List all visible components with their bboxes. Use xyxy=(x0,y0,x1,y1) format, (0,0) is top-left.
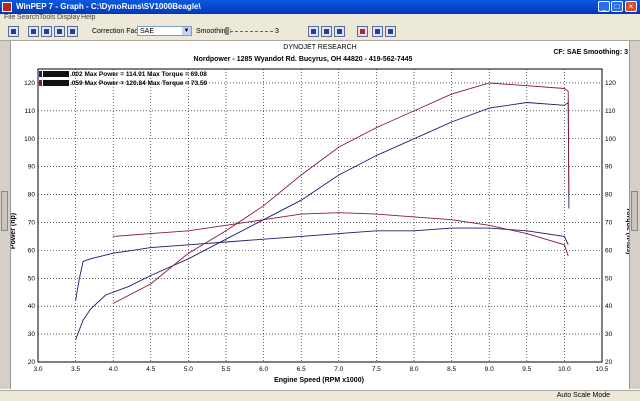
plot-frame xyxy=(37,68,603,363)
y-axis-label: Power (hp) xyxy=(10,213,17,249)
export-icon[interactable] xyxy=(372,26,383,37)
y-tick-label: 70 xyxy=(28,219,36,226)
left-scroll-thumb[interactable] xyxy=(1,191,8,231)
stop-icon[interactable] xyxy=(357,26,368,37)
y-tick-label: 40 xyxy=(28,303,36,310)
menu-search[interactable]: Search xyxy=(17,14,39,21)
y-tick-label: 80 xyxy=(28,192,36,199)
dyno-chart: DYNOJET RESEARCH Nordpower - 1285 Wyando… xyxy=(10,44,632,384)
x-tick-label: 5.0 xyxy=(184,366,193,373)
minimize-button[interactable]: _ xyxy=(598,1,610,12)
y2-tick-label: 20 xyxy=(605,359,613,366)
title-bar: WinPEP 7 - Graph - C:\DynoRuns\SV1000Bea… xyxy=(0,0,640,14)
correction-factor-value: SAE xyxy=(140,28,155,35)
legend-redaction xyxy=(43,71,69,77)
y-tick-label: 50 xyxy=(28,275,36,282)
x-tick-label: 5.5 xyxy=(221,366,230,373)
x-tick-label: 8.0 xyxy=(409,366,418,373)
x-tick-label: 8.5 xyxy=(447,366,456,373)
x-tick-label: 4.5 xyxy=(146,366,155,373)
y2-tick-label: 80 xyxy=(605,192,613,199)
x-tick-label: 9.5 xyxy=(522,366,531,373)
y-tick-label: 60 xyxy=(28,247,36,254)
smoothing-value: 3 xyxy=(275,28,279,35)
x-tick-label: 4.0 xyxy=(109,366,118,373)
slider-thumb[interactable] xyxy=(225,27,229,35)
window-title: WinPEP 7 - Graph - C:\DynoRuns\SV1000Bea… xyxy=(16,2,201,11)
correction-factor-select[interactable]: SAE ▼ xyxy=(137,26,192,36)
y-tick-label: 120 xyxy=(24,80,35,87)
x-tick-label: 3.5 xyxy=(71,366,80,373)
zoom-icon[interactable] xyxy=(308,26,319,37)
y2-tick-label: 120 xyxy=(605,80,616,87)
y-tick-label: 90 xyxy=(28,164,36,171)
settings-icon[interactable] xyxy=(334,26,345,37)
x-tick-label: 7.5 xyxy=(372,366,381,373)
legend-entry: .059 Max Power = 120.84 Max Torque = 73.… xyxy=(70,80,208,87)
grid-icon[interactable] xyxy=(54,26,65,37)
x-tick-label: 6.0 xyxy=(259,366,268,373)
y2-tick-label: 30 xyxy=(605,331,613,338)
y-tick-label: 30 xyxy=(28,331,36,338)
x-tick-label: 9.0 xyxy=(485,366,494,373)
power-icon[interactable] xyxy=(67,26,78,37)
y2-tick-label: 90 xyxy=(605,164,613,171)
x-tick-label: 10.5 xyxy=(596,366,609,373)
y-tick-label: 20 xyxy=(28,359,36,366)
left-scrollbar[interactable] xyxy=(0,41,11,389)
tools-icon[interactable] xyxy=(321,26,332,37)
chart-company: DYNOJET RESEARCH xyxy=(283,44,356,51)
slider-track xyxy=(225,31,273,33)
chart-cf-smoothing: CF: SAE Smoothing: 3 xyxy=(553,49,628,56)
graph-icon[interactable] xyxy=(28,26,39,37)
menu-file[interactable]: File xyxy=(4,14,15,21)
x-tick-label: 3.0 xyxy=(33,366,42,373)
app-icon xyxy=(2,2,12,12)
chart-address: Nordpower - 1285 Wyandot Rd. Bucyrus, OH… xyxy=(194,56,413,63)
legend-swatch xyxy=(39,71,42,77)
y-tick-label: 110 xyxy=(25,108,36,115)
x-tick-label: 7.0 xyxy=(334,366,343,373)
menu-display[interactable]: Display xyxy=(57,14,80,21)
toolbar: Correction Factor Smoothing: 3 xyxy=(0,24,640,41)
maximize-button[interactable]: □ xyxy=(611,1,623,12)
legend-entry: .002 Max Power = 114.91 Max Torque = 69.… xyxy=(70,71,207,78)
menu-bar: File Search Tools Display Help xyxy=(0,14,640,24)
y2-tick-label: 110 xyxy=(605,108,616,115)
legend-swatch xyxy=(39,80,42,86)
print-icon[interactable] xyxy=(8,26,19,37)
y2-tick-label: 100 xyxy=(605,136,616,143)
y2-tick-label: 70 xyxy=(605,219,613,226)
close-button[interactable]: × xyxy=(625,1,637,12)
chart-area: DYNOJET RESEARCH Nordpower - 1285 Wyando… xyxy=(0,41,640,390)
smoothing-slider[interactable] xyxy=(225,27,275,35)
right-scrollbar[interactable] xyxy=(629,41,640,389)
y2-tick-label: 40 xyxy=(605,303,613,310)
x-tick-label: 10.0 xyxy=(558,366,571,373)
status-bar: Auto Scale Mode xyxy=(0,390,640,401)
y2-tick-label: 50 xyxy=(605,275,613,282)
overlay-icon[interactable] xyxy=(41,26,52,37)
status-text: Auto Scale Mode xyxy=(556,392,610,399)
right-scroll-thumb[interactable] xyxy=(631,191,638,231)
menu-tools[interactable]: Tools xyxy=(39,14,55,21)
x-tick-label: 6.5 xyxy=(297,366,306,373)
chevron-down-icon[interactable]: ▼ xyxy=(182,27,191,35)
y-tick-label: 100 xyxy=(24,136,35,143)
x-axis-label: Engine Speed (RPM x1000) xyxy=(274,377,364,384)
menu-help[interactable]: Help xyxy=(81,14,95,21)
info-icon[interactable] xyxy=(385,26,396,37)
legend-redaction xyxy=(43,80,69,86)
y2-tick-label: 60 xyxy=(605,247,613,254)
